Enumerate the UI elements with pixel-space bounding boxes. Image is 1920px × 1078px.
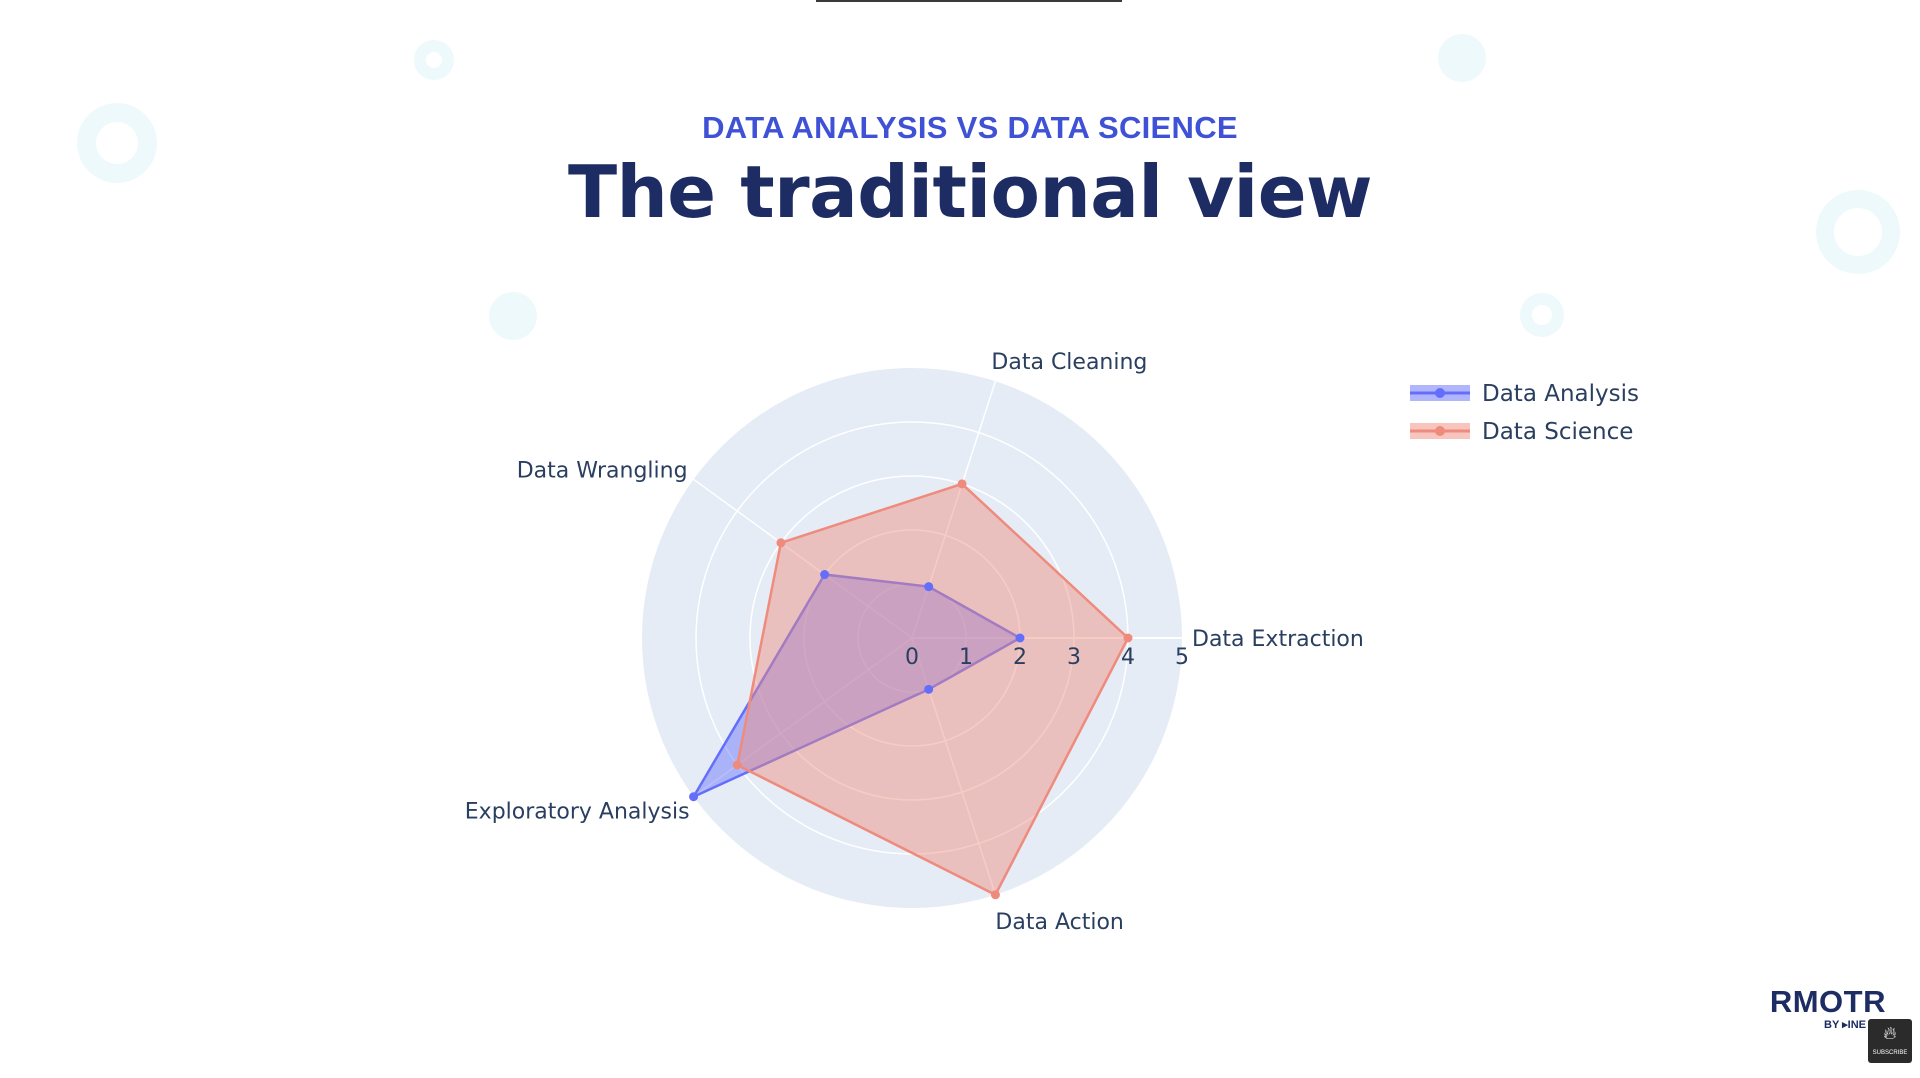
decor-circle — [1520, 293, 1564, 337]
data-point — [820, 570, 830, 580]
legend-label: Data Science — [1482, 419, 1633, 445]
legend-label: Data Analysis — [1482, 381, 1639, 407]
data-point — [957, 479, 967, 489]
logo-wordmark: RMOTR — [1769, 984, 1886, 1019]
data-point — [776, 538, 786, 548]
axis-label: Data Extraction — [1192, 627, 1364, 652]
slide-kicker: DATA ANALYSIS VS DATA SCIENCE — [702, 110, 1238, 145]
decor-circle — [414, 40, 454, 80]
data-point — [990, 890, 1000, 900]
radial-tick-label: 1 — [959, 645, 973, 670]
radial-tick-label: 0 — [905, 645, 919, 670]
logo-byline: BY ▸INE — [1824, 1019, 1866, 1031]
data-point — [924, 684, 934, 694]
radial-tick-label: 2 — [1013, 645, 1027, 670]
flame-icon: 🔥︎ — [1883, 1023, 1897, 1044]
axis-label: Data Action — [995, 910, 1123, 935]
decor-circle — [1438, 34, 1486, 82]
data-point — [732, 760, 742, 770]
radial-tick-label: 3 — [1067, 645, 1081, 670]
slide: 0 1 2 3 4 5 Data Extraction Data Cleaning Data … — [0, 0, 1920, 1078]
axis-label: Data Wrangling — [517, 458, 688, 483]
legend: Data Analysis Data Science — [1410, 381, 1639, 445]
data-point — [1015, 633, 1025, 643]
subscribe-label: SUBSCRIBE — [1872, 1050, 1908, 1056]
data-point — [924, 582, 934, 592]
data-point — [1123, 633, 1133, 643]
axis-label: Data Cleaning — [991, 350, 1147, 375]
legend-marker — [1435, 426, 1445, 436]
subscribe-button[interactable]: 🔥︎ SUBSCRIBE — [1868, 1019, 1912, 1063]
slide-title: The traditional view — [567, 150, 1373, 234]
radial-tick-label: 5 — [1175, 645, 1189, 670]
brand-logo: RMOTR BY ▸INE — [1746, 984, 1886, 1032]
decor-circle — [489, 292, 537, 340]
data-point — [689, 792, 699, 802]
legend-marker — [1435, 388, 1445, 398]
axis-label: Exploratory Analysis — [465, 800, 690, 825]
radial-tick-label: 4 — [1121, 645, 1135, 670]
